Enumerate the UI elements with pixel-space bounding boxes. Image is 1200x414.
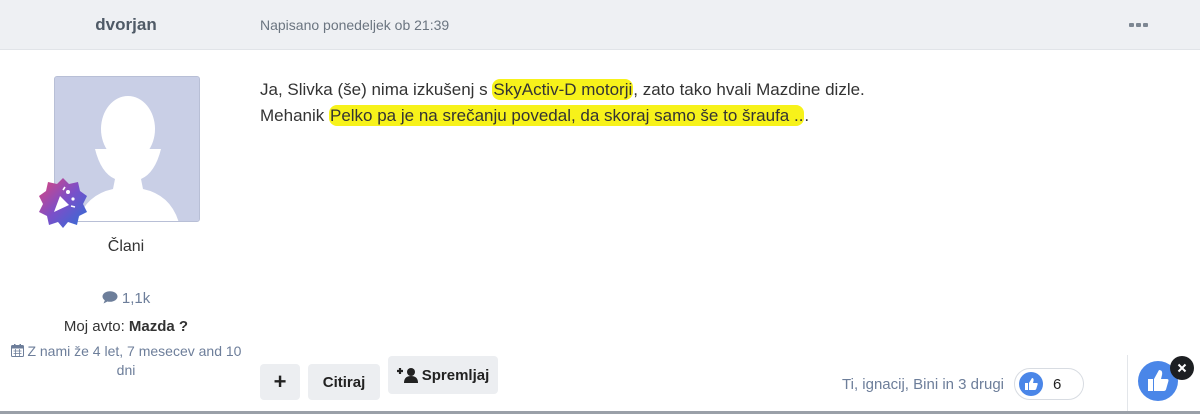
content-text: , zato tako hvali Mazdine dizle. bbox=[633, 80, 865, 99]
divider bbox=[1127, 355, 1128, 414]
quote-button[interactable]: Citiraj bbox=[308, 364, 380, 400]
content-line-1: Ja, Slivka (še) nima izkušenj s SkyActiv… bbox=[260, 77, 1160, 103]
reaction-count: 6 bbox=[1053, 375, 1062, 393]
author-sidebar: Člani 1,1k Moj avto: Mazda ? Z nami že 4… bbox=[0, 50, 252, 414]
content-text: . bbox=[804, 106, 810, 125]
content-line-2: Mehanik Pelko pa je na srečanju povedal,… bbox=[260, 103, 1160, 129]
multiquote-button[interactable]: + bbox=[260, 364, 300, 400]
post-header: dvorjan Napisano ponedeljek ob 21:39 bbox=[0, 0, 1200, 50]
post-actions: + Citiraj Spremljaj bbox=[260, 356, 498, 402]
posts-count-value: 1,1k bbox=[121, 290, 151, 307]
posts-count[interactable]: 1,1k bbox=[0, 290, 252, 307]
highlighted-text: Pelko pa je na srečanju povedal, da skor… bbox=[328, 105, 805, 126]
party-popper-badge-icon bbox=[37, 176, 89, 228]
highlighted-text: SkyActiv-D motorji bbox=[492, 79, 634, 100]
content-text: Mehanik bbox=[260, 106, 329, 125]
calendar-icon bbox=[10, 344, 24, 357]
thumbs-up-icon bbox=[1019, 372, 1044, 396]
add-user-icon bbox=[396, 368, 418, 383]
reactions-bar: Ti, ignacij, Bini in 3 drugi 6 bbox=[842, 368, 1085, 400]
ellipsis-icon[interactable] bbox=[1126, 16, 1150, 34]
car-label: Moj avto: bbox=[63, 318, 129, 335]
joined-info: Z nami že 4 let, 7 mesecev and 10 dni bbox=[0, 342, 252, 380]
forum-post: dvorjan Napisano ponedeljek ob 21:39 Čla… bbox=[0, 0, 1200, 414]
follow-label: Spremljaj bbox=[421, 366, 490, 384]
reaction-count-pill[interactable]: 6 bbox=[1014, 368, 1085, 400]
content-text: Ja, Slivka (še) nima izkušenj s bbox=[260, 80, 493, 99]
reaction-users[interactable]: Ti, ignacij, Bini in 3 drugi bbox=[842, 376, 1004, 393]
car-field: Moj avto: Mazda ? bbox=[0, 318, 252, 335]
follow-button[interactable]: Spremljaj bbox=[388, 356, 498, 394]
post-date[interactable]: Napisano ponedeljek ob 21:39 bbox=[260, 0, 449, 50]
close-icon[interactable] bbox=[1170, 356, 1194, 380]
post-content: Ja, Slivka (še) nima izkušenj s SkyActiv… bbox=[260, 77, 1160, 129]
joined-text: Z nami že 4 let, 7 mesecev and 10 dni bbox=[27, 343, 242, 378]
car-value: Mazda ? bbox=[128, 318, 189, 335]
member-group: Člani bbox=[107, 238, 145, 255]
speech-bubble-icon bbox=[102, 291, 118, 304]
author-name[interactable]: dvorjan bbox=[0, 0, 252, 50]
